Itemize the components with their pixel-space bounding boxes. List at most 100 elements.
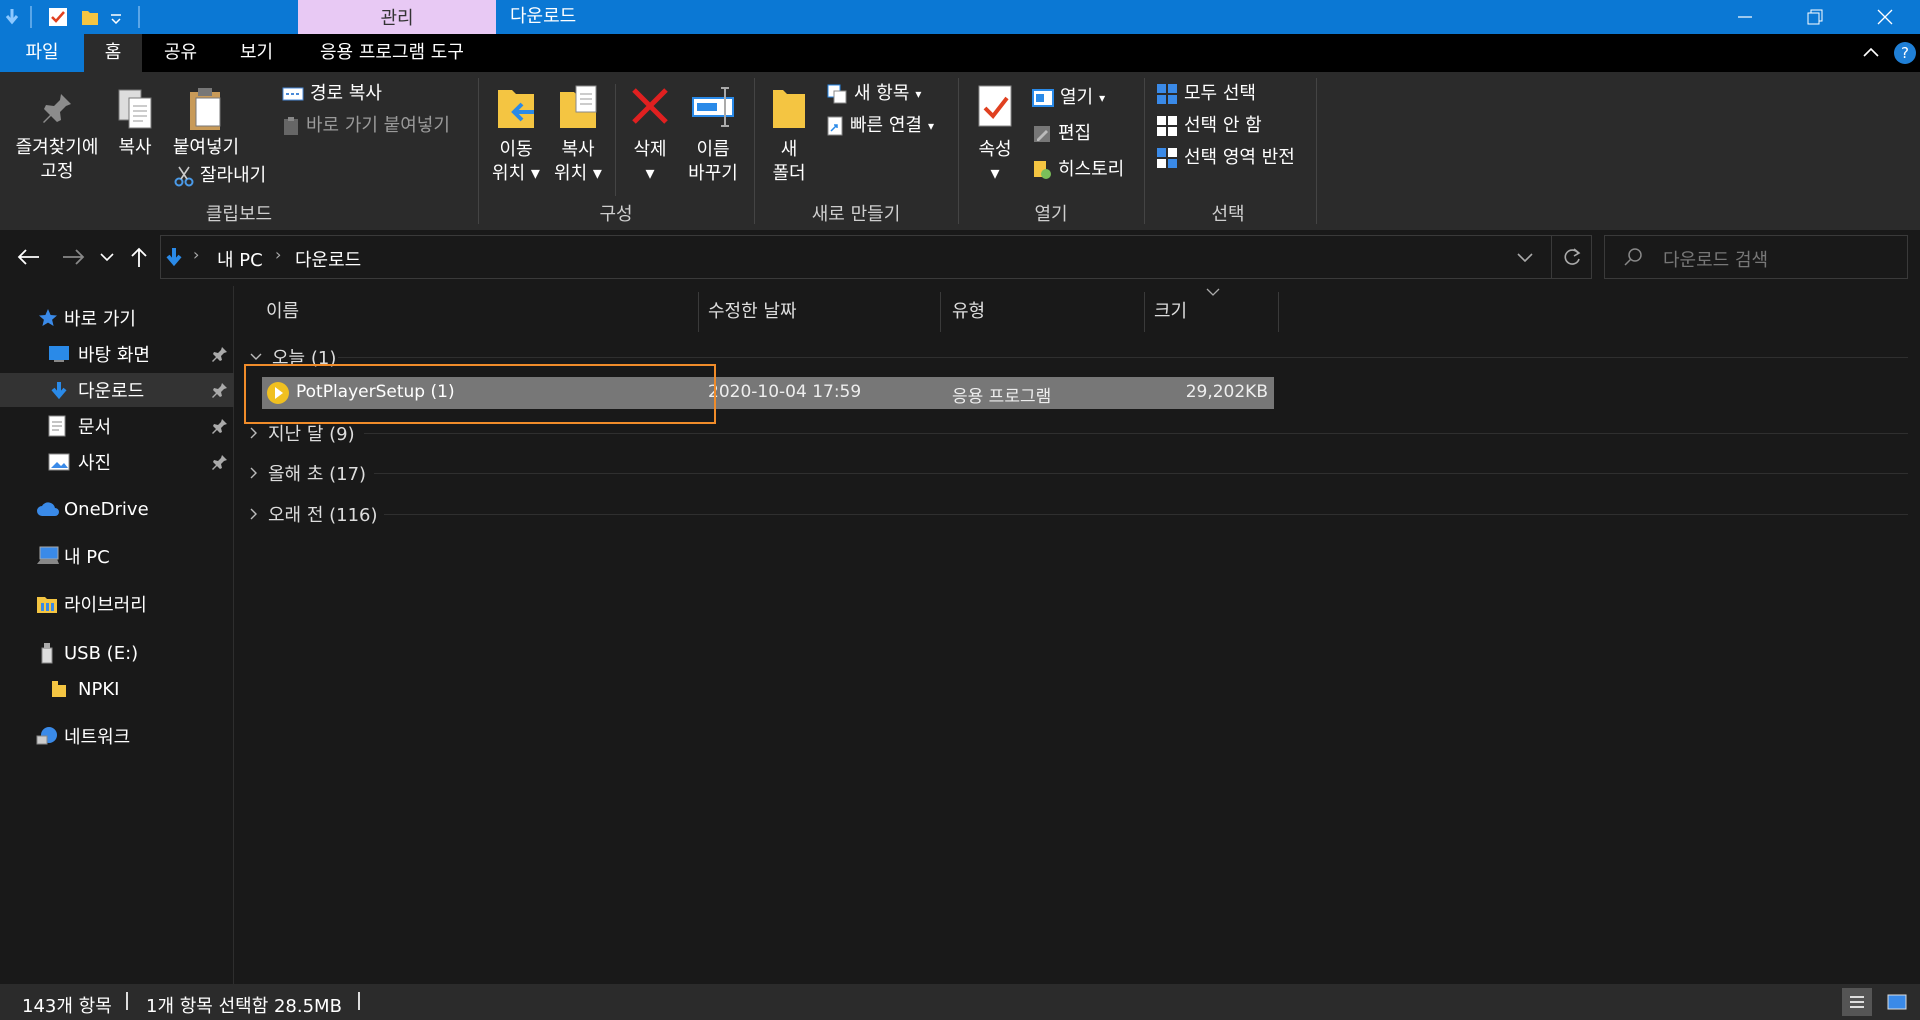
easy-access-icon xyxy=(826,115,844,137)
pin-icon xyxy=(212,346,228,362)
properties-button[interactable]: 속성 ▾ xyxy=(968,82,1022,186)
paste-shortcut-button[interactable]: 바로 가기 붙여넣기 xyxy=(282,114,450,138)
new-folder-quick-icon[interactable] xyxy=(80,7,100,27)
documents-icon xyxy=(48,415,66,437)
search-placeholder: 다운로드 검색 xyxy=(1663,250,1769,271)
paste-button[interactable]: 붙여넣기 xyxy=(168,86,244,160)
group-label: 지난 달 (9) xyxy=(268,424,355,445)
tab-share[interactable]: 공유 xyxy=(164,34,197,72)
group-label-clipboard: 클립보드 xyxy=(205,204,273,225)
move-to-button[interactable]: 이동 위치 ▾ xyxy=(488,82,544,186)
pin-quick-access-button[interactable]: 즐겨찾기에 고정 xyxy=(8,90,106,184)
properties-label: 속성 xyxy=(978,139,1012,160)
address-box[interactable]: › 내 PC › 다운로드 xyxy=(160,235,1592,279)
refresh-icon[interactable] xyxy=(1563,247,1581,267)
file-size: 29,202KB xyxy=(1185,382,1268,402)
collapse-ribbon-icon[interactable] xyxy=(1862,46,1880,58)
history-icon xyxy=(1032,159,1052,181)
column-header-modified[interactable]: 수정한 날짜 xyxy=(708,292,797,332)
open-button[interactable]: 열기 ▾ xyxy=(1032,86,1105,110)
nav-item-network[interactable]: 네트워크 xyxy=(0,719,234,753)
customize-toolbar-icon[interactable] xyxy=(110,12,122,24)
nav-item-pictures[interactable]: 사진 xyxy=(0,445,234,479)
nav-item-desktop[interactable]: 바탕 화면 xyxy=(0,337,234,371)
breadcrumb-this-pc[interactable]: 내 PC xyxy=(217,246,263,272)
select-all-button[interactable]: 모두 선택 xyxy=(1156,82,1256,106)
large-icons-view-icon[interactable] xyxy=(1882,988,1912,1016)
nav-item-onedrive[interactable]: OneDrive xyxy=(0,492,234,526)
copy-path-button[interactable]: 경로 복사 xyxy=(282,82,382,106)
nav-label: 사진 xyxy=(78,453,112,474)
back-arrow-icon[interactable] xyxy=(16,248,40,266)
nav-item-npki[interactable]: NPKI xyxy=(0,672,234,706)
quick-access-down-icon[interactable] xyxy=(4,7,20,27)
column-header-size[interactable]: 크기 xyxy=(1154,292,1187,332)
delete-button[interactable]: 삭제 ▾ xyxy=(624,82,676,186)
invert-selection-icon xyxy=(1156,147,1178,169)
tab-view[interactable]: 보기 xyxy=(240,34,273,72)
nav-label: 바탕 화면 xyxy=(78,345,150,366)
easy-access-button[interactable]: 빠른 연결 ▾ xyxy=(826,114,934,138)
details-view-icon[interactable] xyxy=(1842,988,1872,1016)
column-divider[interactable] xyxy=(698,292,699,332)
rename-label-2: 바꾸기 xyxy=(688,163,738,184)
column-divider[interactable] xyxy=(1144,292,1145,332)
column-divider[interactable] xyxy=(940,292,941,332)
select-none-button[interactable]: 선택 안 함 xyxy=(1156,114,1262,138)
copy-to-button[interactable]: 복사 위치 ▾ xyxy=(548,82,608,186)
tab-app-tools[interactable]: 응용 프로그램 도구 xyxy=(320,34,464,72)
column-header-name[interactable]: 이름 xyxy=(266,292,299,332)
desktop-icon xyxy=(48,345,70,363)
nav-item-quick-access[interactable]: 바로 가기 xyxy=(0,301,234,335)
nav-label: 바로 가기 xyxy=(64,309,136,330)
nav-label: NPKI xyxy=(78,678,120,700)
column-header-type[interactable]: 유형 xyxy=(952,292,985,332)
close-button[interactable] xyxy=(1850,0,1920,34)
tab-manage[interactable]: 관리 xyxy=(298,0,496,34)
nav-item-documents[interactable]: 문서 xyxy=(0,409,234,443)
chevron-down-icon: ▾ xyxy=(927,119,934,133)
properties-quick-icon[interactable] xyxy=(48,7,68,27)
breadcrumb-separator-icon[interactable]: › xyxy=(193,245,199,264)
new-item-button[interactable]: 새 항목 ▾ xyxy=(826,82,921,106)
history-button[interactable]: 히스토리 xyxy=(1032,158,1124,182)
status-item-count: 143개 항목 xyxy=(22,996,112,1017)
breadcrumb-separator-icon[interactable]: › xyxy=(275,245,281,264)
delete-icon xyxy=(624,82,676,138)
chevron-right-icon xyxy=(250,467,258,479)
forward-arrow-icon[interactable] xyxy=(62,248,86,266)
nav-item-usb[interactable]: USB (E:) xyxy=(0,636,234,670)
nav-item-this-pc[interactable]: 내 PC xyxy=(0,539,234,573)
group-header-this-year[interactable]: 올해 초 (17) xyxy=(250,456,366,490)
group-header-long-ago[interactable]: 오래 전 (116) xyxy=(250,497,378,531)
move-to-icon xyxy=(488,82,544,138)
group-label-open: 열기 xyxy=(1034,204,1068,225)
nav-item-libraries[interactable]: 라이브러리 xyxy=(0,587,234,621)
group-header-last-month[interactable]: 지난 달 (9) xyxy=(250,416,355,450)
breadcrumb-downloads[interactable]: 다운로드 xyxy=(295,246,361,272)
pin-label-1: 즐겨찾기에 xyxy=(15,137,99,158)
address-dropdown-icon[interactable] xyxy=(1517,252,1533,262)
nav-item-downloads[interactable]: 다운로드 xyxy=(0,373,234,407)
new-folder-button[interactable]: 새 폴더 xyxy=(764,82,814,186)
select-none-icon xyxy=(1156,115,1178,137)
easy-access-label: 빠른 연결 xyxy=(850,115,922,136)
minimize-button[interactable] xyxy=(1710,0,1780,34)
edit-button[interactable]: 편집 xyxy=(1032,122,1091,146)
copy-button[interactable]: 복사 xyxy=(108,86,162,160)
folder-icon xyxy=(50,679,68,699)
column-divider[interactable] xyxy=(1278,292,1279,332)
restore-button[interactable] xyxy=(1780,0,1850,34)
invert-selection-button[interactable]: 선택 영역 반전 xyxy=(1156,146,1295,170)
help-icon[interactable]: ? xyxy=(1894,42,1916,64)
cut-button[interactable]: 잘라내기 xyxy=(174,164,266,188)
group-label-new: 새로 만들기 xyxy=(811,204,901,225)
rename-button[interactable]: 이름 바꾸기 xyxy=(682,82,744,186)
search-input[interactable]: 다운로드 검색 xyxy=(1604,235,1908,279)
chevron-down-icon: ▾ xyxy=(915,87,922,101)
up-arrow-icon[interactable] xyxy=(130,246,148,268)
recent-locations-icon[interactable] xyxy=(100,252,114,262)
tab-home[interactable]: 홈 xyxy=(84,34,142,72)
chevron-down-icon: ▾ xyxy=(645,163,655,184)
tab-file[interactable]: 파일 xyxy=(0,34,84,72)
